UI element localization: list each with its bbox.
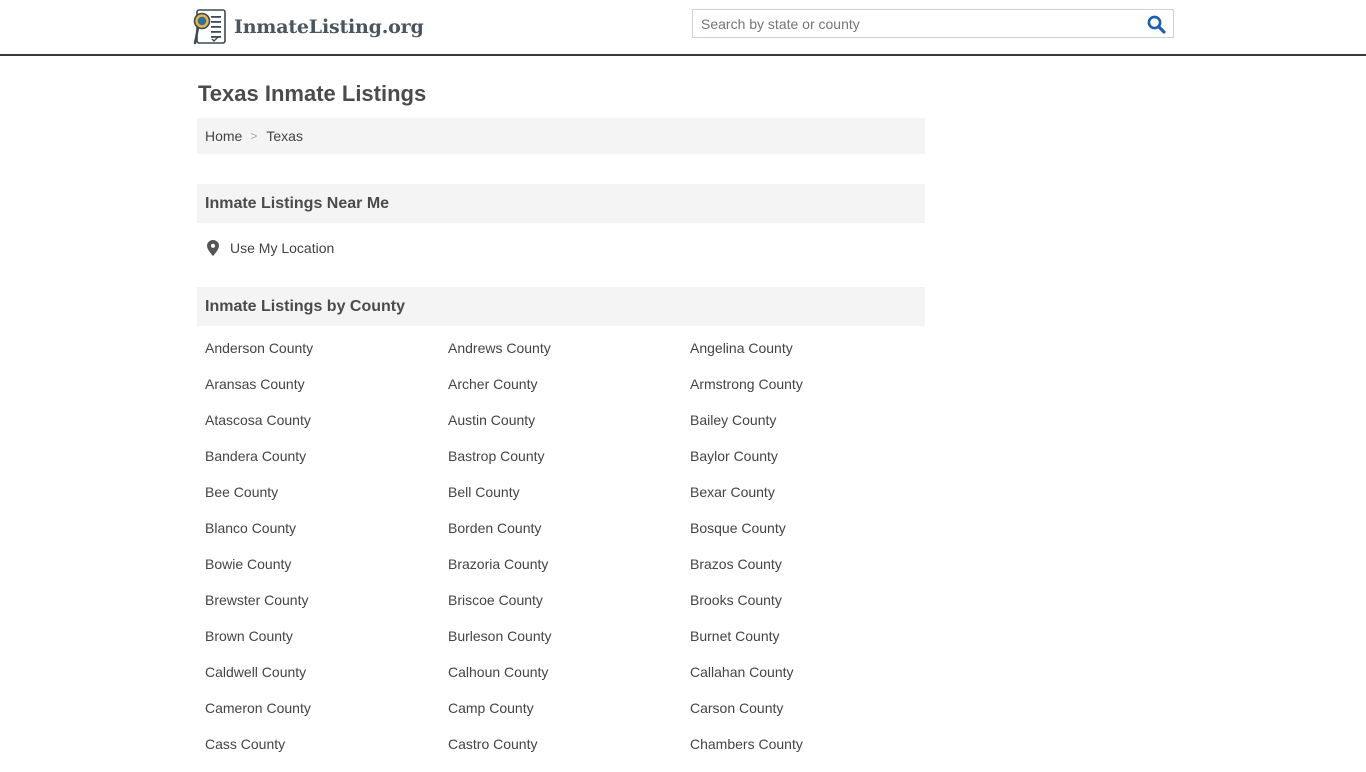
breadcrumb-current: Texas — [266, 128, 303, 144]
county-link[interactable]: Bowie County — [205, 556, 448, 592]
county-link[interactable]: Cass County — [205, 736, 448, 772]
county-link[interactable]: Brazoria County — [448, 556, 690, 592]
breadcrumb: Home > Texas — [197, 118, 925, 154]
county-link[interactable]: Burnet County — [690, 628, 925, 664]
county-link[interactable]: Austin County — [448, 412, 690, 448]
use-my-location-link[interactable]: Use My Location — [207, 240, 334, 256]
county-link[interactable]: Brooks County — [690, 592, 925, 628]
site-header: InmateListing.org — [0, 0, 1366, 56]
county-link[interactable]: Baylor County — [690, 448, 925, 484]
county-link[interactable]: Calhoun County — [448, 664, 690, 700]
county-link[interactable]: Bosque County — [690, 520, 925, 556]
badge-document-icon — [193, 9, 226, 45]
county-link[interactable]: Angelina County — [690, 340, 925, 376]
search-box — [692, 9, 1174, 38]
county-link[interactable]: Bastrop County — [448, 448, 690, 484]
county-link[interactable]: Callahan County — [690, 664, 925, 700]
county-list: Anderson County Andrews County Angelina Co… — [205, 340, 925, 772]
magnifier-icon — [1147, 15, 1166, 34]
county-link[interactable]: Bailey County — [690, 412, 925, 448]
county-link[interactable]: Atascosa County — [205, 412, 448, 448]
page-title: Texas Inmate Listings — [198, 81, 427, 106]
map-marker-icon — [207, 240, 219, 256]
county-link[interactable]: Blanco County — [205, 520, 448, 556]
county-link[interactable]: Burleson County — [448, 628, 690, 664]
county-link[interactable]: Anderson County — [205, 340, 448, 376]
site-logo[interactable]: InmateListing.org — [191, 8, 424, 46]
county-link[interactable]: Bandera County — [205, 448, 448, 484]
county-link[interactable]: Briscoe County — [448, 592, 690, 628]
breadcrumb-home[interactable]: Home — [205, 128, 242, 144]
county-link[interactable]: Andrews County — [448, 340, 690, 376]
county-link[interactable]: Caldwell County — [205, 664, 448, 700]
search-button[interactable] — [1145, 14, 1167, 34]
county-link[interactable]: Cameron County — [205, 700, 448, 736]
county-link[interactable]: Brown County — [205, 628, 448, 664]
county-link[interactable]: Brazos County — [690, 556, 925, 592]
breadcrumb-separator: > — [250, 129, 258, 143]
county-link[interactable]: Chambers County — [690, 736, 925, 772]
county-link[interactable]: Bexar County — [690, 484, 925, 520]
county-link[interactable]: Borden County — [448, 520, 690, 556]
logo-text: InmateListing.org — [234, 16, 424, 38]
county-link[interactable]: Carson County — [690, 700, 925, 736]
county-link[interactable]: Armstrong County — [690, 376, 925, 412]
county-link[interactable]: Aransas County — [205, 376, 448, 412]
near-me-heading: Inmate Listings Near Me — [197, 184, 925, 223]
county-link[interactable]: Bee County — [205, 484, 448, 520]
county-link[interactable]: Castro County — [448, 736, 690, 772]
search-input[interactable] — [693, 10, 1133, 37]
county-link[interactable]: Bell County — [448, 484, 690, 520]
county-link[interactable]: Archer County — [448, 376, 690, 412]
county-list-heading: Inmate Listings by County — [197, 287, 925, 326]
county-link[interactable]: Brewster County — [205, 592, 448, 628]
county-link[interactable]: Camp County — [448, 700, 690, 736]
use-my-location-label: Use My Location — [230, 240, 335, 256]
